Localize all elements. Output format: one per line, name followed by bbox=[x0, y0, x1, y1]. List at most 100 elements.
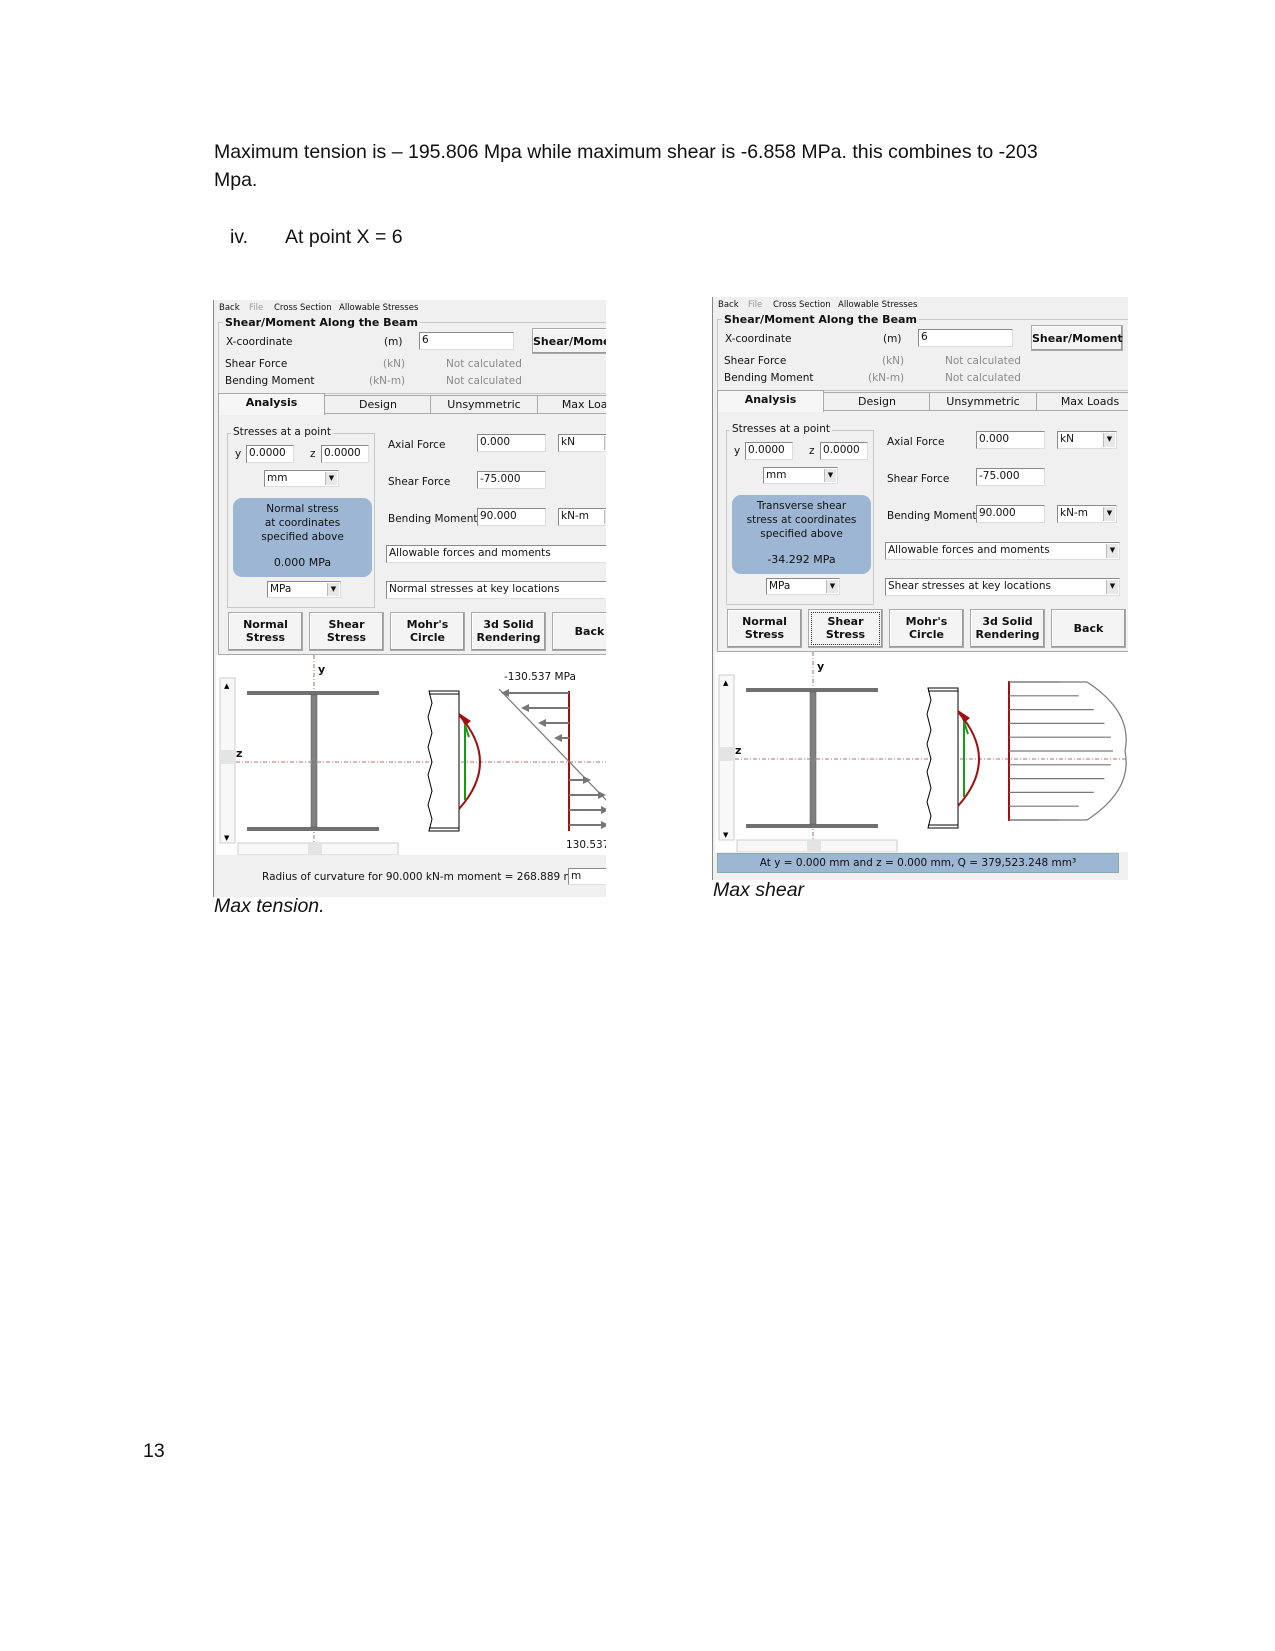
menu-allowable-stresses[interactable]: Allowable Stresses bbox=[838, 300, 917, 310]
selected-value: MPa bbox=[769, 580, 791, 592]
button-label: Mohr's Circle bbox=[905, 615, 948, 641]
tab-max-loads[interactable]: Max Loads bbox=[537, 395, 606, 414]
screenshot-max-shear: Back File Cross Section Allowable Stresses S… bbox=[712, 297, 1128, 880]
bottom-flange bbox=[247, 827, 379, 831]
axial-force-input[interactable]: 0.000 bbox=[477, 434, 546, 452]
x-unit: (m) bbox=[384, 336, 403, 348]
paragraph-line: Mpa. bbox=[214, 169, 258, 191]
tab-max-loads[interactable]: Max Loads bbox=[1036, 392, 1128, 411]
z-coordinate-input[interactable]: 0.0000 bbox=[321, 445, 369, 463]
force-unit-select[interactable]: kN ▼ bbox=[558, 434, 606, 452]
x-coordinate-input[interactable]: 6 bbox=[918, 329, 1013, 347]
top-stress-label: -130.537 MPa bbox=[504, 671, 576, 683]
bending-moment-label: Bending Moment bbox=[724, 372, 814, 384]
allowable-forces-select[interactable]: Allowable forces and moments▼ bbox=[386, 545, 606, 563]
scroll-thumb[interactable] bbox=[220, 750, 235, 764]
shear-moment-button[interactable]: Shear/Moment bbox=[532, 328, 606, 354]
bending-moment-unit: (kN-m) bbox=[369, 375, 406, 387]
menu-back[interactable]: Back bbox=[219, 303, 240, 313]
shear-force-value: Not calculated bbox=[446, 358, 522, 370]
menu-allowable-stresses[interactable]: Allowable Stresses bbox=[339, 303, 418, 313]
menu-cross-section[interactable]: Cross Section bbox=[274, 303, 332, 313]
tab-design[interactable]: Design bbox=[324, 395, 432, 414]
3d-solid-rendering-button[interactable]: 3d Solid Rendering bbox=[970, 609, 1045, 648]
force-unit-select[interactable]: kN ▼ bbox=[1057, 431, 1117, 449]
mohr-s-circle-button[interactable]: Mohr's Circle bbox=[390, 612, 465, 651]
shear-force-input[interactable]: -75.000 bbox=[976, 468, 1045, 486]
shear-force-label: Shear Force bbox=[388, 476, 451, 488]
group-title: Shear/Moment Along the Beam bbox=[223, 316, 420, 329]
normal-stress-button[interactable]: Normal Stress bbox=[228, 612, 303, 651]
scroll-down-icon[interactable]: ▼ bbox=[723, 831, 729, 839]
selected-value: mm bbox=[267, 472, 288, 484]
selected-value: kN-m bbox=[561, 510, 589, 522]
axial-force-input[interactable]: 0.000 bbox=[976, 431, 1045, 449]
paragraph-line: Maximum tension is – 195.806 Mpa while m… bbox=[214, 141, 1038, 163]
arrow-icon bbox=[521, 704, 529, 712]
scroll-up-icon[interactable]: ▲ bbox=[723, 679, 729, 687]
tab-analysis[interactable]: Analysis bbox=[218, 393, 325, 415]
curvature-unit-input[interactable]: m bbox=[568, 868, 606, 885]
menu-cross-section[interactable]: Cross Section bbox=[773, 300, 831, 310]
x-coordinate-input[interactable]: 6 bbox=[419, 332, 514, 350]
bottom-flange bbox=[746, 824, 878, 828]
list-marker: iv. bbox=[230, 226, 249, 248]
scroll-thumb[interactable] bbox=[807, 841, 821, 851]
scroll-thumb[interactable] bbox=[308, 844, 322, 854]
selected-value: mm bbox=[766, 469, 787, 481]
beam-drawing: ▲ ▼ bbox=[718, 652, 1128, 852]
x-unit: (m) bbox=[883, 333, 902, 345]
moment-unit-select[interactable]: kN-m ▼ bbox=[558, 508, 606, 526]
menu-file[interactable]: File bbox=[748, 300, 762, 310]
x-coordinate-label: X-coordinate bbox=[725, 333, 792, 345]
result-text: specified above bbox=[760, 528, 843, 540]
button-label: Back bbox=[574, 625, 605, 638]
shear-force-input[interactable]: -75.000 bbox=[477, 471, 546, 489]
arrow-icon bbox=[601, 821, 606, 829]
moment-unit-select[interactable]: kN-m ▼ bbox=[1057, 505, 1117, 523]
tab-unsymmetric[interactable]: Unsymmetric bbox=[430, 395, 538, 414]
button-label: Shear Stress bbox=[825, 615, 866, 641]
y-label: y bbox=[235, 448, 242, 460]
tab-design[interactable]: Design bbox=[823, 392, 931, 411]
result-text: Normal stress bbox=[266, 503, 339, 515]
bending-moment-input[interactable]: 90.000 bbox=[477, 508, 546, 526]
z-axis-label: z bbox=[236, 747, 243, 760]
shear-stress-button[interactable]: Shear Stress bbox=[808, 609, 883, 648]
bending-moment-input[interactable]: 90.000 bbox=[976, 505, 1045, 523]
menu-back[interactable]: Back bbox=[718, 300, 739, 310]
allowable-forces-select[interactable]: Allowable forces and moments▼ bbox=[885, 542, 1120, 560]
z-coordinate-input[interactable]: 0.0000 bbox=[820, 442, 868, 460]
button-label: Normal Stress bbox=[742, 615, 787, 641]
mohr-s-circle-button[interactable]: Mohr's Circle bbox=[889, 609, 964, 648]
bottom-stress-label: 130.537 bbox=[566, 839, 606, 851]
button-label: Normal Stress bbox=[243, 618, 288, 644]
arrow-head-icon bbox=[459, 713, 471, 726]
back-button[interactable]: Back bbox=[1051, 609, 1126, 648]
scroll-down-icon[interactable]: ▼ bbox=[224, 834, 230, 842]
stress-unit-select[interactable]: MPa ▼ bbox=[267, 581, 341, 598]
length-unit-select[interactable]: mm ▼ bbox=[763, 467, 838, 484]
stress-unit-select[interactable]: MPa ▼ bbox=[766, 578, 840, 595]
shear-moment-button[interactable]: Shear/Moment bbox=[1031, 325, 1123, 351]
selected-value: kN-m bbox=[1060, 507, 1088, 519]
shear-force-value: Not calculated bbox=[945, 355, 1021, 367]
key-locations-select[interactable]: Normal stresses at key locations▼ bbox=[386, 581, 606, 599]
scroll-thumb[interactable] bbox=[719, 747, 734, 761]
web bbox=[809, 691, 817, 825]
length-unit-select[interactable]: mm ▼ bbox=[264, 470, 339, 487]
bending-moment-label: Bending Moment bbox=[388, 513, 478, 525]
3d-solid-rendering-button[interactable]: 3d Solid Rendering bbox=[471, 612, 546, 651]
back-button[interactable]: Back bbox=[552, 612, 606, 651]
tab-analysis[interactable]: Analysis bbox=[717, 390, 824, 412]
y-coordinate-input[interactable]: 0.0000 bbox=[246, 445, 294, 463]
key-locations-select[interactable]: Shear stresses at key locations ▼ bbox=[885, 578, 1120, 596]
normal-stress-button[interactable]: Normal Stress bbox=[727, 609, 802, 648]
shear-stress-button[interactable]: Shear Stress bbox=[309, 612, 384, 651]
y-label: y bbox=[734, 445, 741, 457]
tab-unsymmetric[interactable]: Unsymmetric bbox=[929, 392, 1037, 411]
y-coordinate-input[interactable]: 0.0000 bbox=[745, 442, 793, 460]
scroll-up-icon[interactable]: ▲ bbox=[224, 682, 230, 690]
top-flange bbox=[247, 691, 379, 695]
menu-file[interactable]: File bbox=[249, 303, 263, 313]
